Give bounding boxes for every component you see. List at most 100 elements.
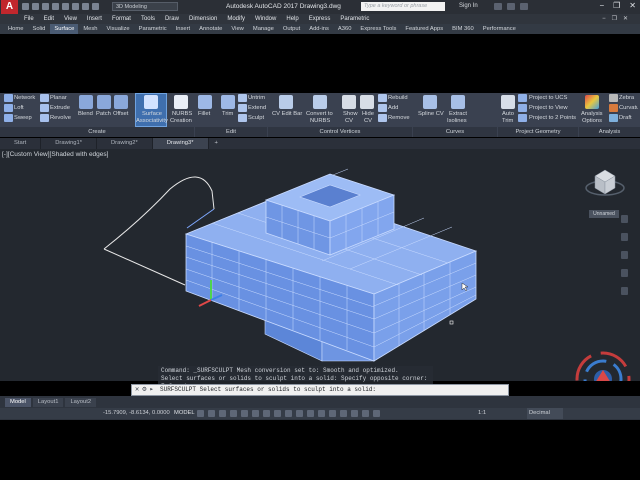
help-icon[interactable] [520,3,528,10]
3d-object-snap-icon[interactable] [274,410,281,417]
print-icon[interactable] [62,3,69,10]
search-input[interactable]: Type a keyword or phrase [361,2,445,11]
menu-parametric[interactable]: Parametric [340,14,369,24]
tab-a360[interactable]: A360 [334,24,356,34]
show-cv-label-2[interactable]: CV [345,118,353,124]
tab-bim-360[interactable]: BIM 360 [448,24,478,34]
offset-button[interactable]: Offset [113,111,128,117]
tab-add-ins[interactable]: Add-ins [305,24,333,34]
menu-help[interactable]: Help [286,14,298,24]
isodraft-icon[interactable] [241,410,248,417]
add-button[interactable]: Add [388,105,398,111]
lineweight-icon[interactable] [318,410,325,417]
save-icon[interactable] [42,3,49,10]
doc-tab-drawing2[interactable]: Drawing2* [97,138,153,149]
menu-draw[interactable]: Draw [165,14,179,24]
tab-mesh[interactable]: Mesh [79,24,101,34]
nurbs-creation-label-1[interactable]: NURBS [172,111,192,117]
viewcube-ucs-label[interactable]: Unnamed [589,210,619,218]
gizmo-icon[interactable] [307,410,314,417]
customize-icon[interactable]: ⚙ [142,385,146,395]
rebuild-icon[interactable] [378,94,387,102]
trim-icon[interactable] [221,95,235,109]
autoscale-icon[interactable] [362,410,369,417]
doc-tab-start[interactable]: Start [0,138,42,149]
analysis-options-label-1[interactable]: Analysis [581,111,603,117]
menu-dimension[interactable]: Dimension [189,14,217,24]
add-icon[interactable] [378,104,387,112]
project-to-ucs-icon[interactable] [518,94,527,102]
autocad-logo-button[interactable]: A [1,0,18,14]
menu-format[interactable]: Format [112,14,131,24]
menu-modify[interactable]: Modify [227,14,245,24]
menu-tools[interactable]: Tools [141,14,155,24]
close-icon[interactable]: ✕ [629,1,636,10]
draft-button[interactable]: Draft [619,115,632,121]
cv-edit-bar-icon[interactable] [279,95,293,109]
cursor-coordinates[interactable]: -15.7909, -8.6134, 0.0000 [103,408,170,419]
exchange-icon[interactable] [494,3,502,10]
save-as-icon[interactable] [52,3,59,10]
network-button[interactable]: Network [14,95,35,101]
orbit-icon[interactable] [621,269,628,277]
viewcube[interactable]: Unnamed [583,164,627,218]
project-to-2points-button[interactable]: Project to 2 Points [529,115,576,121]
trim-button[interactable]: Trim [222,111,233,117]
tab-express-tools[interactable]: Express Tools [356,24,400,34]
loft-button[interactable]: Loft [14,105,24,111]
showmotion-icon[interactable] [621,287,628,295]
grid-icon[interactable] [197,410,204,417]
draft-icon[interactable] [609,114,618,122]
object-snap-tracking-icon[interactable] [252,410,259,417]
share-icon[interactable] [92,3,99,10]
menu-file[interactable]: File [24,14,34,24]
tab-home[interactable]: Home [4,24,27,34]
project-to-view-icon[interactable] [518,104,527,112]
loft-icon[interactable] [4,104,13,112]
model-space-toggle[interactable]: MODEL [174,408,195,419]
tab-annotate[interactable]: Annotate [195,24,226,34]
nurbs-creation-label-2[interactable]: Creation [170,118,192,124]
new-icon[interactable] [22,3,29,10]
tab-featured-apps[interactable]: Featured Apps [401,24,447,34]
untrim-button[interactable]: Untrim [248,95,265,101]
transparency-icon[interactable] [329,410,336,417]
sweep-button[interactable]: Sweep [14,115,32,121]
zoom-icon[interactable] [621,251,628,259]
remove-icon[interactable] [378,114,387,122]
annotation-scale-value[interactable]: 1:1 [478,408,486,419]
selection-cycling-icon[interactable] [340,410,347,417]
sculpt-icon[interactable] [238,114,247,122]
drawing-window-controls[interactable]: −❐✕ [602,14,634,24]
doc-tab-drawing1[interactable]: Drawing1* [41,138,97,149]
snap-icon[interactable] [208,410,215,417]
extend-icon[interactable] [238,104,247,112]
menu-insert[interactable]: Insert [87,14,102,24]
menu-view[interactable]: View [64,14,77,24]
redo-icon[interactable] [82,3,89,10]
planar-icon[interactable] [40,94,49,102]
auto-trim-label-2[interactable]: Trim [502,118,513,124]
curvature-icon[interactable] [609,104,618,112]
tab-view[interactable]: View [227,24,247,34]
auto-trim-icon[interactable] [501,95,515,109]
remove-button[interactable]: Remove [388,115,410,121]
sign-in-link[interactable]: Sign In [459,3,478,9]
command-line-input[interactable]: ✕ ⚙ ▸ SURFSCULPT Select surfaces or soli… [131,384,509,396]
convert-to-nurbs-label-2[interactable]: NURBS [310,118,330,124]
units-dropdown[interactable]: Decimal [527,408,563,419]
layout-tab-model[interactable]: Model [5,398,31,407]
show-cv-icon[interactable] [342,95,356,109]
layout-tab-layout2[interactable]: Layout2 [65,398,97,407]
fillet-icon[interactable] [198,95,212,109]
extrude-icon[interactable] [40,104,49,112]
extract-isolines-icon[interactable] [451,95,465,109]
fillet-button[interactable]: Fillet [198,111,210,117]
a360-icon[interactable] [507,3,515,10]
revolve-icon[interactable] [40,114,49,122]
open-icon[interactable] [32,3,39,10]
tab-parametric[interactable]: Parametric [135,24,171,34]
sculpt-button[interactable]: Sculpt [248,115,264,121]
layout-tab-layout1[interactable]: Layout1 [32,398,64,407]
curvature-button[interactable]: Curvature [619,105,638,111]
